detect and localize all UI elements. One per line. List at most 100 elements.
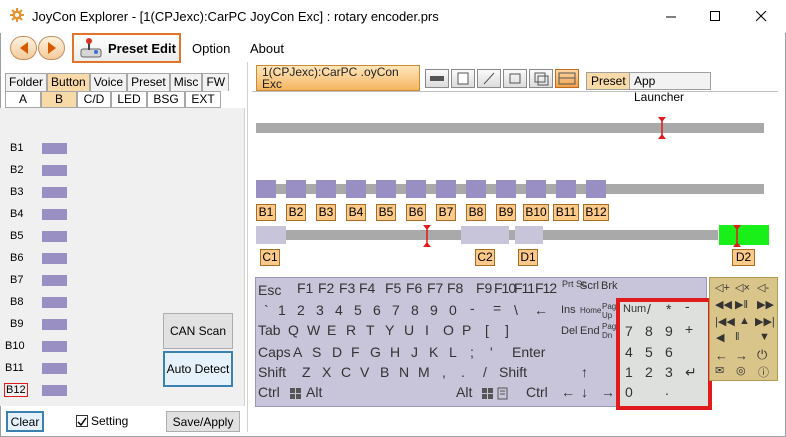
tab-button[interactable]: Button — [47, 73, 90, 91]
preset-edit-button[interactable]: Preset Edit — [72, 33, 181, 63]
key-g[interactable]: G — [370, 344, 381, 360]
menu-about[interactable]: About — [250, 41, 284, 56]
view-mode-button-1[interactable] — [425, 69, 449, 88]
view-mode-button-2[interactable] — [451, 69, 475, 88]
tab-voice[interactable]: Voice — [89, 73, 128, 91]
minimize-button[interactable] — [648, 0, 694, 33]
volume-up-icon[interactable]: ◁+ — [715, 281, 730, 294]
play-pause-icon[interactable]: ▶‖ — [735, 298, 748, 311]
tab-app-launcher[interactable]: App Launcher — [629, 72, 711, 104]
b-label-1[interactable]: B1 — [256, 204, 276, 221]
view-mode-button-3[interactable] — [477, 69, 501, 88]
key-1[interactable]: 1 — [278, 302, 286, 318]
play-icon[interactable]: ◀◀ — [715, 298, 732, 311]
d1-range[interactable] — [515, 226, 543, 244]
key-f8[interactable]: F8 — [447, 280, 463, 296]
up-icon[interactable]: ▲ — [739, 315, 750, 327]
key-f2[interactable]: F2 — [318, 280, 334, 296]
key-f[interactable]: F — [351, 344, 360, 360]
down-icon[interactable]: ▼ — [759, 331, 770, 343]
key-right-bracket[interactable]: ] — [505, 322, 509, 338]
b-block-4[interactable] — [346, 180, 366, 198]
button-swatch-b6[interactable] — [42, 253, 67, 264]
key-o[interactable]: O — [443, 322, 454, 338]
key-shift-left[interactable]: Shift — [258, 364, 286, 380]
key-ctrl-right[interactable]: Ctrl — [526, 384, 548, 400]
key-b[interactable]: B — [380, 364, 389, 380]
key-x[interactable]: X — [322, 364, 331, 380]
maximize-button[interactable] — [692, 0, 738, 33]
key-arrow-left[interactable]: ← — [561, 384, 575, 400]
subtab-bsg[interactable]: BSG — [147, 91, 185, 108]
key-3[interactable]: 3 — [316, 302, 324, 318]
key-backtick[interactable]: ` — [264, 302, 269, 318]
view-mode-button-5[interactable] — [529, 69, 553, 88]
key-0[interactable]: 0 — [449, 302, 457, 318]
key-d[interactable]: D — [332, 344, 342, 360]
button-swatch-b2[interactable] — [42, 165, 67, 176]
key-tab[interactable]: Tab — [258, 322, 281, 338]
b-label-10[interactable]: B10 — [523, 204, 549, 221]
c2-label[interactable]: C2 — [475, 249, 495, 266]
windows-icon[interactable] — [290, 388, 302, 400]
key-f11[interactable]: F11 — [514, 280, 535, 296]
key-backslash[interactable]: \ — [514, 302, 518, 318]
b-label-7[interactable]: B7 — [436, 204, 456, 221]
c2-range[interactable] — [461, 226, 509, 244]
subtab-ext[interactable]: EXT — [185, 91, 221, 108]
key-arrow-up[interactable]: ↑ — [581, 364, 588, 380]
key-p[interactable]: P — [462, 322, 471, 338]
subtab-b[interactable]: B — [41, 91, 77, 108]
menu-key-icon[interactable] — [497, 387, 509, 400]
b-label-3[interactable]: B3 — [316, 204, 336, 221]
key-f4[interactable]: F4 — [359, 280, 375, 296]
b-block-5[interactable] — [376, 180, 396, 198]
button-swatch-b10[interactable] — [42, 341, 67, 352]
clear-button[interactable]: Clear — [6, 411, 44, 432]
key-comma[interactable]: , — [442, 364, 446, 380]
button-swatch-b3[interactable] — [42, 187, 67, 198]
button-swatch-b5[interactable] — [42, 231, 67, 242]
key-z[interactable]: Z — [302, 364, 311, 380]
key-esc[interactable]: Esc — [258, 282, 281, 298]
key-r[interactable]: R — [346, 322, 356, 338]
b-block-9[interactable] — [496, 180, 516, 198]
subtab-led[interactable]: LED — [111, 91, 147, 108]
browser-icon[interactable]: ◎ — [736, 364, 746, 377]
volume-down-icon[interactable]: ◁- — [757, 281, 769, 294]
tab-misc[interactable]: Misc — [169, 73, 203, 91]
key-arrow-right[interactable]: → — [601, 384, 615, 400]
key-f9[interactable]: F9 — [476, 280, 492, 296]
b-label-11[interactable]: B11 — [553, 204, 579, 221]
key-9[interactable]: 9 — [430, 302, 438, 318]
key-semicolon[interactable]: ; — [470, 344, 474, 360]
b-label-2[interactable]: B2 — [286, 204, 306, 221]
key-k[interactable]: K — [429, 344, 438, 360]
b-block-7[interactable] — [436, 180, 456, 198]
tab-preset[interactable]: Preset — [127, 73, 170, 91]
key-f12[interactable]: F12 — [535, 280, 557, 296]
pause-icon[interactable]: ‖ — [735, 331, 740, 343]
b-block-8[interactable] — [466, 180, 486, 198]
key-6[interactable]: 6 — [373, 302, 381, 318]
fast-forward-icon[interactable]: ▶▶ — [757, 298, 774, 311]
b-label-6[interactable]: B6 — [406, 204, 426, 221]
key-insert[interactable]: Ins — [561, 304, 576, 316]
key-a[interactable]: A — [293, 344, 302, 360]
b-label-5[interactable]: B5 — [376, 204, 396, 221]
left-icon[interactable]: ◀ — [716, 331, 724, 344]
b-label-4[interactable]: B4 — [346, 204, 366, 221]
power-icon[interactable]: ⏻ — [757, 347, 767, 363]
can-scan-button[interactable]: CAN Scan — [163, 313, 233, 349]
key-end[interactable]: End — [580, 325, 600, 337]
key-quote[interactable]: ' — [490, 344, 493, 360]
previous-track-icon[interactable]: |◀◀ — [715, 315, 735, 328]
b-block-10[interactable] — [526, 180, 546, 198]
key-backspace[interactable]: ← — [534, 302, 548, 318]
tab-folder[interactable]: Folder — [5, 73, 48, 91]
button-swatch-b8[interactable] — [42, 297, 67, 308]
key-print-screen[interactable]: Prt Sc — [562, 280, 587, 289]
document-tab[interactable]: 1(CPJexc):CarPC .oyCon Exc rotary encode… — [256, 65, 420, 102]
key-shift-right[interactable]: Shift — [499, 364, 527, 380]
key-y[interactable]: Y — [385, 322, 394, 338]
